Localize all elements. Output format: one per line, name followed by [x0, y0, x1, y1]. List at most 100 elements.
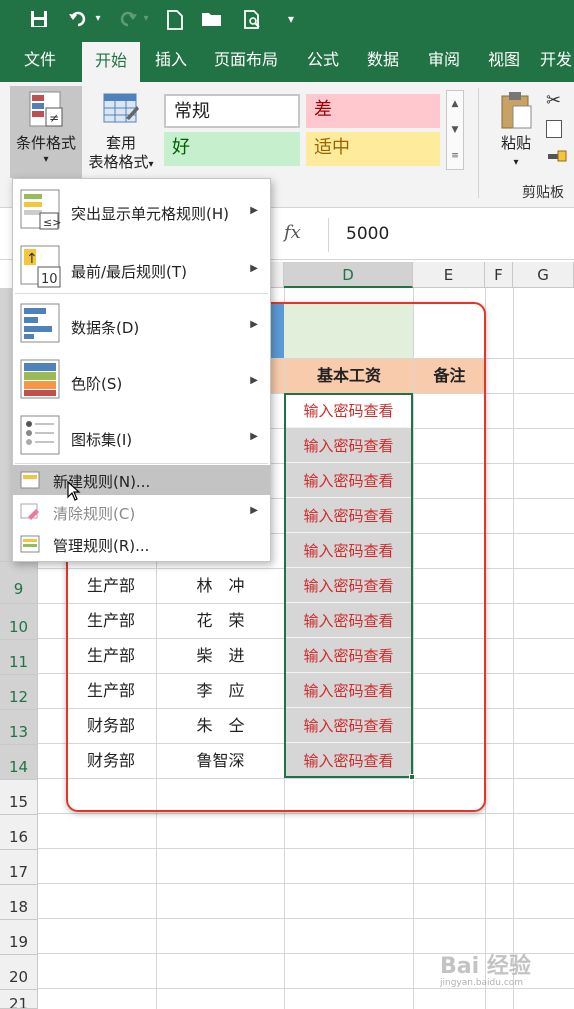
salary-cell[interactable]: 输入密码查看 — [285, 464, 412, 498]
row-header-12[interactable]: 12 — [0, 675, 38, 710]
dept-cell[interactable]: 生产部 — [66, 639, 156, 673]
menu-item-manage-rules[interactable]: 管理规则(R)... — [13, 529, 270, 559]
menu-item-icon-sets[interactable]: 图标集(I) ▶ — [13, 411, 270, 465]
tab-home[interactable]: 开始 — [82, 42, 140, 82]
paste-button[interactable]: 粘贴 ▾ — [490, 88, 542, 176]
redo-dropdown-icon: ▾ — [143, 13, 149, 24]
table-format-label-1: 套用 — [105, 134, 136, 152]
table-format-icon — [102, 92, 140, 126]
salary-cell[interactable]: 输入密码查看 — [285, 569, 412, 603]
row-header-14[interactable]: 14 — [0, 745, 38, 780]
column-header-f[interactable]: F — [485, 262, 513, 288]
name-cell[interactable]: 花 荣 — [157, 604, 284, 638]
clear-rules-icon — [20, 503, 40, 525]
customize-quick-access-icon[interactable]: ▾ — [278, 7, 304, 31]
salary-cell[interactable]: 输入密码查看 — [285, 744, 412, 778]
watermark-brand: Bai 经验 — [440, 954, 531, 979]
mouse-cursor-icon — [67, 480, 81, 505]
open-folder-icon[interactable] — [199, 7, 225, 31]
salary-cell[interactable]: 输入密码查看 — [285, 709, 412, 743]
row-header-20[interactable]: 20 — [0, 955, 38, 990]
svg-text:≠: ≠ — [49, 111, 59, 125]
conditional-format-label: 条件格式 — [15, 134, 76, 152]
row-header-11[interactable]: 11 — [0, 640, 38, 675]
svg-text:10: 10 — [41, 272, 58, 287]
header-note[interactable]: 备注 — [414, 359, 485, 393]
dept-cell[interactable]: 生产部 — [66, 569, 156, 603]
salary-cell[interactable]: 输入密码查看 — [285, 534, 412, 568]
style-normal[interactable]: 常规 — [164, 94, 300, 128]
name-cell[interactable]: 朱 仝 — [157, 709, 284, 743]
column-header-e[interactable]: E — [413, 262, 485, 288]
row-header-17[interactable]: 17 — [0, 850, 38, 885]
style-gallery-scrollbar[interactable]: ▲ ▼ ≡ — [446, 90, 464, 170]
name-cell[interactable]: 李 应 — [157, 674, 284, 708]
menu-item-color-scales[interactable]: 色阶(S) ▶ — [13, 355, 270, 409]
tab-review[interactable]: 审阅 — [418, 38, 470, 82]
name-cell[interactable]: 林 冲 — [157, 569, 284, 603]
row-header-18[interactable]: 18 — [0, 885, 38, 920]
salary-cell[interactable]: 输入密码查看 — [285, 674, 412, 708]
format-as-table-button[interactable]: 套用 表格格式▾ — [80, 86, 162, 178]
tab-view[interactable]: 视图 — [478, 38, 530, 82]
conditional-format-caret: ▾ — [43, 154, 49, 165]
menu-item-data-bars[interactable]: 数据条(D) ▶ — [13, 299, 270, 353]
title-band-cell[interactable] — [284, 303, 413, 358]
scroll-down-icon[interactable]: ▼ — [447, 117, 463, 143]
style-neutral[interactable]: 适中 — [306, 132, 440, 166]
row-header-9[interactable]: 9 — [0, 562, 38, 604]
salary-cell[interactable]: 输入密码查看 — [285, 604, 412, 638]
tab-file[interactable]: 文件 — [10, 38, 70, 82]
title-bar: ▾ ▾ ▾ — [0, 0, 574, 38]
redo-icon — [116, 7, 140, 31]
dept-cell[interactable]: 财务部 — [66, 709, 156, 743]
menu-item-new-rule[interactable]: 新建规则(N)... — [13, 465, 270, 495]
fill-handle[interactable] — [409, 774, 415, 780]
dept-cell[interactable]: 财务部 — [66, 744, 156, 778]
row-header-13[interactable]: 13 — [0, 710, 38, 745]
dept-cell[interactable]: 生产部 — [66, 604, 156, 638]
salary-cell[interactable]: 输入密码查看 — [285, 499, 412, 533]
menu-item-highlight-rules[interactable]: ≤> 突出显示单元格规则(H) ▶ — [13, 183, 270, 237]
row-header-21[interactable]: 21 — [0, 990, 38, 1009]
row-header-19[interactable]: 19 — [0, 920, 38, 955]
column-header-c[interactable] — [270, 262, 284, 288]
undo-icon[interactable] — [66, 7, 90, 31]
row-header-15[interactable]: 15 — [0, 780, 38, 815]
excel-window: ▾ ▾ ▾ 文件 开始 插入 页面布局 公式 数据 审阅 视图 开发 ≠ 条件格… — [0, 0, 574, 1009]
row-header-10[interactable]: 10 — [0, 604, 38, 640]
formula-input[interactable]: 5000 — [346, 224, 389, 244]
copy-icon[interactable] — [546, 120, 562, 138]
tab-insert[interactable]: 插入 — [144, 38, 198, 82]
conditional-format-icon: ≠ — [28, 90, 64, 128]
cut-icon[interactable]: ✂ — [546, 90, 561, 111]
tab-page-layout[interactable]: 页面布局 — [206, 38, 286, 82]
menu-item-clear-rules[interactable]: 清除规则(C) ▶ — [13, 497, 270, 527]
undo-dropdown-icon[interactable]: ▾ — [92, 7, 104, 31]
tab-data[interactable]: 数据 — [358, 38, 408, 82]
header-salary[interactable]: 基本工资 — [285, 359, 413, 393]
new-file-icon[interactable] — [162, 7, 188, 31]
menu-item-top-bottom-rules[interactable]: ↑ 10 最前/最后规则(T) ▶ — [13, 241, 270, 295]
tab-developer[interactable]: 开发 — [540, 38, 574, 82]
tab-formulas[interactable]: 公式 — [298, 38, 348, 82]
column-header-g[interactable]: G — [513, 262, 574, 288]
salary-cell[interactable]: 输入密码查看 — [285, 639, 412, 673]
scroll-up-icon[interactable]: ▲ — [447, 91, 463, 117]
style-bad[interactable]: 差 — [306, 94, 440, 128]
row-header-16[interactable]: 16 — [0, 815, 38, 850]
format-painter-icon[interactable] — [548, 148, 568, 162]
name-cell[interactable]: 鲁智深 — [157, 744, 284, 778]
column-header-d[interactable]: D — [284, 262, 413, 288]
dept-cell[interactable]: 生产部 — [66, 674, 156, 708]
save-icon[interactable] — [26, 7, 52, 31]
svg-text:≤>: ≤> — [43, 216, 61, 229]
conditional-format-button[interactable]: ≠ 条件格式 ▾ — [10, 86, 82, 178]
style-good[interactable]: 好 — [164, 132, 300, 166]
salary-cell[interactable]: 输入密码查看 — [285, 429, 412, 463]
print-preview-icon[interactable] — [240, 7, 266, 31]
name-cell[interactable]: 柴 进 — [157, 639, 284, 673]
gallery-more-icon[interactable]: ≡ — [447, 143, 463, 169]
insert-function-icon[interactable]: fx — [284, 222, 314, 243]
salary-cell[interactable]: 输入密码查看 — [285, 394, 412, 428]
